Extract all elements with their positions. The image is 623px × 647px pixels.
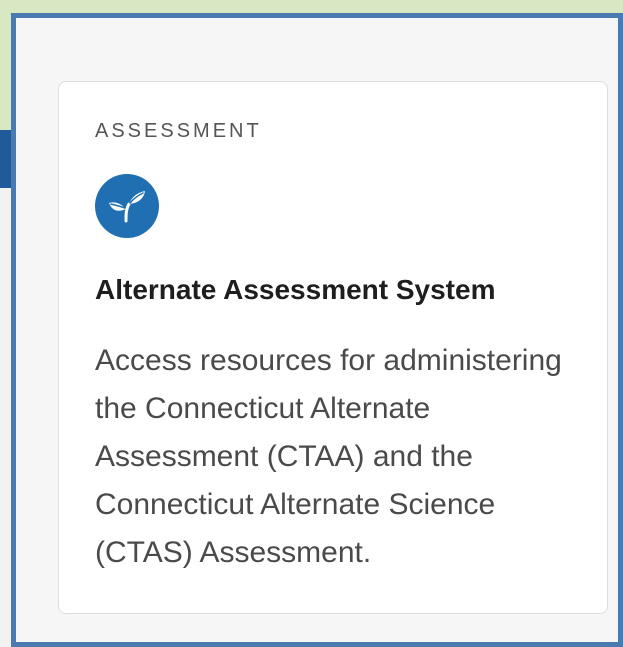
overlay-panel: ASSESSMENT Alternate Assessment System A…	[11, 13, 623, 647]
card-title: Alternate Assessment System	[95, 274, 496, 305]
assessment-card[interactable]: ASSESSMENT Alternate Assessment System A…	[58, 81, 608, 614]
card-description: Access resources for administering the C…	[95, 344, 562, 569]
card-category: ASSESSMENT	[95, 120, 262, 142]
sprout-icon	[95, 174, 159, 238]
